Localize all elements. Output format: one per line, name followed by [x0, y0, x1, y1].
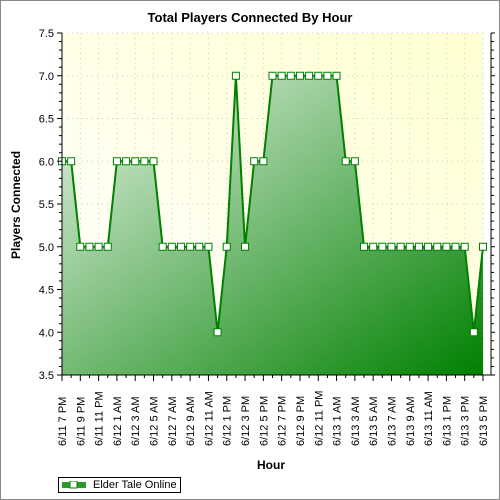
y-tick-label: 6.5	[39, 114, 54, 126]
y-tick-label: 5.0	[39, 242, 54, 254]
data-point	[350, 157, 359, 166]
data-point	[433, 242, 442, 251]
data-point	[277, 71, 286, 80]
data-point	[268, 71, 277, 80]
data-point	[341, 157, 350, 166]
data-point	[158, 242, 167, 251]
data-point	[387, 242, 396, 251]
data-point	[213, 328, 222, 337]
data-point	[112, 157, 121, 166]
data-point	[332, 71, 341, 80]
x-tick-label: 6/12 1 PM	[222, 396, 234, 446]
x-tick-label: 6/12 7 AM	[167, 396, 179, 446]
y-tick-label: 4.5	[39, 285, 54, 297]
x-tick-label: 6/13 3 AM	[350, 396, 362, 446]
x-tick-label: 6/12 5 PM	[258, 396, 270, 446]
y-tick-label: 4.0	[39, 327, 54, 339]
data-point	[167, 242, 176, 251]
x-tick-label: 6/13 7 AM	[386, 396, 398, 446]
y-tick-label: 5.5	[39, 199, 54, 211]
x-tick-label: 6/12 1 AM	[112, 396, 124, 446]
data-point	[469, 328, 478, 337]
x-tick-label: 6/12 3 PM	[240, 396, 252, 446]
x-tick-label: 6/12 5 AM	[149, 396, 161, 446]
x-tick-label: 6/11 11 PM	[94, 391, 106, 446]
data-point	[369, 242, 378, 251]
data-point	[176, 242, 185, 251]
data-point	[122, 157, 131, 166]
data-point	[396, 242, 405, 251]
x-tick-label: 6/12 9 AM	[185, 396, 197, 446]
data-point	[85, 242, 94, 251]
data-point	[451, 242, 460, 251]
data-point	[442, 242, 451, 251]
data-point	[149, 157, 158, 166]
x-tick-label: 6/11 7 PM	[57, 397, 69, 446]
y-axis-title: Players Connected	[9, 151, 23, 259]
data-point	[140, 157, 149, 166]
data-point	[103, 242, 112, 251]
x-tick-label: 6/12 3 AM	[130, 396, 142, 446]
data-point	[286, 71, 295, 80]
x-tick-label: 6/13 5 AM	[368, 396, 380, 446]
data-point	[259, 157, 268, 166]
data-point	[479, 242, 487, 251]
x-tick-label: 6/12 11 AM	[203, 391, 215, 446]
area-chart: Total Players Connected By Hour Players …	[9, 10, 495, 472]
data-point	[360, 242, 369, 251]
data-point	[424, 242, 433, 251]
x-tick-label: 6/12 9 PM	[295, 396, 307, 446]
data-point	[67, 157, 76, 166]
legend-label: Elder Tale Online	[93, 479, 177, 491]
data-point	[314, 71, 323, 80]
x-tick-label: 6/13 5 PM	[478, 396, 490, 446]
legend-swatch	[62, 481, 86, 489]
data-point	[186, 242, 195, 251]
data-point	[460, 242, 469, 251]
x-tick-label: 6/12 11 PM	[313, 391, 325, 446]
data-point	[204, 242, 213, 251]
data-point	[241, 242, 250, 251]
x-tick-label: 6/13 1 PM	[441, 396, 453, 446]
x-axis-title: Hour	[257, 458, 285, 472]
x-tick-label: 6/13 11 AM	[423, 391, 435, 446]
data-point	[414, 242, 423, 251]
data-point	[76, 242, 85, 251]
x-tick-label: 6/13 3 PM	[460, 396, 472, 446]
x-tick-label: 6/13 9 AM	[405, 396, 417, 446]
y-tick-label: 7.5	[39, 28, 54, 40]
y-tick-label: 6.0	[39, 156, 54, 168]
data-point	[295, 71, 304, 80]
x-tick-label: 6/12 7 PM	[277, 396, 289, 446]
legend: Elder Tale Online	[58, 477, 181, 493]
data-point	[378, 242, 387, 251]
y-tick-label: 7.0	[39, 71, 54, 83]
data-point	[94, 242, 103, 251]
data-point	[231, 71, 240, 80]
data-point	[250, 157, 259, 166]
data-point	[405, 242, 414, 251]
data-point	[195, 242, 204, 251]
data-point	[305, 71, 314, 80]
x-tick-label: 6/11 9 PM	[75, 397, 87, 446]
chart-title: Total Players Connected By Hour	[148, 10, 353, 25]
y-tick-label: 3.5	[39, 370, 54, 382]
data-point	[222, 242, 231, 251]
x-tick-label: 6/13 1 AM	[332, 396, 344, 446]
data-point	[323, 71, 332, 80]
data-point	[131, 157, 140, 166]
